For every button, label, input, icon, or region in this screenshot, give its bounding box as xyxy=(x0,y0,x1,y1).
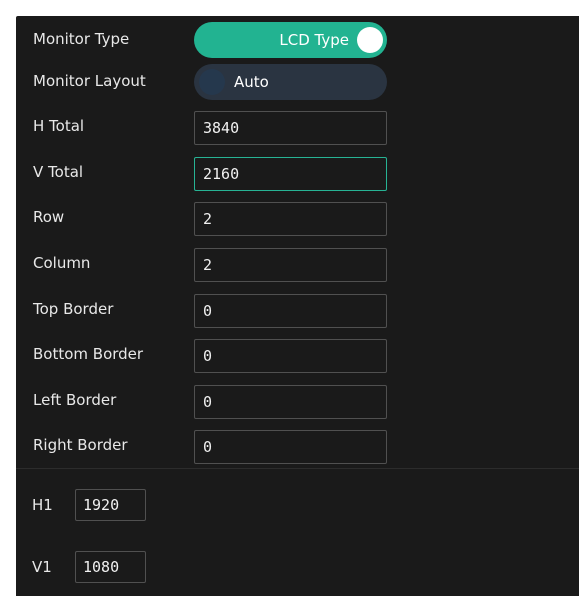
monitor-layout-label: Monitor Layout xyxy=(33,72,146,90)
monitor-type-row: Monitor Type LCD Type xyxy=(16,22,579,58)
monitor-type-label: Monitor Type xyxy=(33,30,130,48)
bottom-border-row: Bottom Border xyxy=(16,337,579,373)
v1-row: V1 xyxy=(16,551,579,585)
section-divider xyxy=(16,468,579,469)
monitor-type-value: LCD Type xyxy=(279,31,349,49)
row-input[interactable] xyxy=(194,202,387,236)
h-total-label: H Total xyxy=(33,117,85,135)
top-border-row: Top Border xyxy=(16,292,579,328)
v-total-label: V Total xyxy=(33,163,84,181)
v1-input[interactable] xyxy=(75,551,146,583)
right-border-input[interactable] xyxy=(194,430,387,464)
v1-label: V1 xyxy=(32,558,52,576)
column-label: Column xyxy=(33,254,91,272)
left-border-input[interactable] xyxy=(194,385,387,419)
top-border-input[interactable] xyxy=(194,294,387,328)
h1-input[interactable] xyxy=(75,489,146,521)
bottom-border-label: Bottom Border xyxy=(33,345,144,363)
row-count-row: Row xyxy=(16,200,579,236)
toggle-knob-icon xyxy=(357,27,383,53)
monitor-layout-toggle[interactable]: Auto xyxy=(194,64,387,100)
right-border-row: Right Border xyxy=(16,428,579,464)
left-border-label: Left Border xyxy=(33,391,117,409)
left-border-row: Left Border xyxy=(16,383,579,419)
monitor-type-toggle[interactable]: LCD Type xyxy=(194,22,387,58)
v-total-row: V Total xyxy=(16,155,579,191)
h1-row: H1 xyxy=(16,489,579,523)
top-border-label: Top Border xyxy=(33,300,114,318)
monitor-settings-panel: Monitor Type LCD Type Monitor Layout Aut… xyxy=(16,16,579,596)
bottom-border-input[interactable] xyxy=(194,339,387,373)
monitor-layout-value: Auto xyxy=(234,73,269,91)
toggle-knob-icon xyxy=(199,69,225,95)
h-total-input[interactable] xyxy=(194,111,387,145)
v-total-input[interactable] xyxy=(194,157,387,191)
column-count-row: Column xyxy=(16,246,579,282)
column-input[interactable] xyxy=(194,248,387,282)
row-label: Row xyxy=(33,208,65,226)
monitor-layout-row: Monitor Layout Auto xyxy=(16,64,579,100)
h-total-row: H Total xyxy=(16,109,579,145)
h1-label: H1 xyxy=(32,496,53,514)
right-border-label: Right Border xyxy=(33,436,128,454)
